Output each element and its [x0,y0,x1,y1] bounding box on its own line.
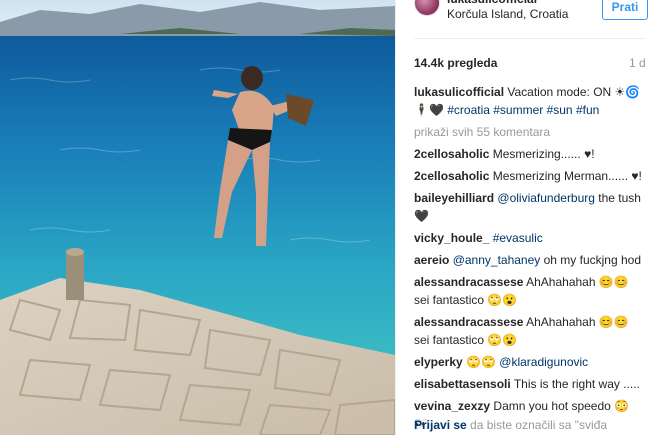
caption-username[interactable]: lukasulicofficial [414,85,504,99]
header-divider [414,38,646,39]
login-link[interactable]: Prijavi se [414,418,467,432]
caption-hashtags[interactable]: #croatia #summer #sun #fun [447,103,599,117]
post-username[interactable]: lukasulicofficial [447,0,537,6]
comment: baileyehilliard @oliviafunderburg the tu… [414,189,646,225]
comment-username[interactable]: vicky_houle_ [414,231,489,245]
comment-mention[interactable]: @anny_tahaney [449,253,541,267]
caption: lukasulicofficial Vacation mode: ON ☀🌀 🕴… [414,83,646,119]
post-header: lukasulicofficial Korčula Island, Croati… [396,0,652,38]
view-count[interactable]: 14.4k pregleda [414,56,497,70]
comment-username[interactable]: elisabettasensoli [414,377,511,391]
comment: elyperky 🙄🙄 @klaradigunovic [414,353,646,371]
follow-button[interactable]: Prati [602,0,648,20]
photo-image [0,0,395,435]
comment-username[interactable]: alessandracassese [414,315,523,329]
comment-username[interactable]: alessandracassese [414,275,523,289]
comment: elisabettasensoli This is the right way … [414,375,646,393]
comment: alessandracassese AhAhahahah 😊😊 sei fant… [414,273,646,309]
comment: 2cellosaholic Mesmerizing...... ♥! [414,145,646,163]
load-more-comments[interactable]: prikaži svih 55 komentara [414,123,646,141]
comment-text: Mesmerizing...... ♥! [489,147,595,161]
comment: aereio @anny_tahaney oh my fuckjng hod [414,251,646,269]
post-sidebar: lukasulicofficial Korčula Island, Croati… [395,0,652,435]
login-prompt: Prijavi se da biste označili sa "sviđa [414,418,607,432]
comment-mention[interactable]: @oliviafunderburg [494,191,595,205]
comments-list: lukasulicofficial Vacation mode: ON ☀🌀 🕴… [414,83,646,435]
comment: 2cellosaholic Mesmerizing Merman...... ♥… [414,167,646,185]
comment-username[interactable]: elyperky [414,355,463,369]
avatar[interactable] [414,0,440,16]
comment-username[interactable]: 2cellosaholic [414,147,489,161]
comment-username[interactable]: vevina_zexzy [414,399,490,413]
post-time[interactable]: 1 d [629,56,646,70]
comment-username[interactable]: baileyehilliard [414,191,494,205]
comment-mention[interactable]: @klaradigunovic [499,355,588,369]
comment-text: Mesmerizing Merman...... ♥! [489,169,642,183]
comment-username[interactable]: 2cellosaholic [414,169,489,183]
caption-emoji: 🕴🖤 [414,103,448,117]
comment: alessandracassese AhAhahahah 😊😊 sei fant… [414,313,646,349]
comment-hashtag[interactable]: #evasulic [489,231,543,245]
caption-text: Vacation mode: ON ☀🌀 [504,85,641,99]
post-location[interactable]: Korčula Island, Croatia [447,7,568,21]
comment-text: oh my fuckjng hod [540,253,642,267]
comment-username[interactable]: aereio [414,253,449,267]
login-prompt-text: da biste označili sa "sviđa [466,418,608,432]
comment: vicky_houle_ #evasulic [414,229,646,247]
comment-text: 🙄🙄 [462,355,500,369]
comment-text: This is the right way ..... [510,377,640,391]
post-photo[interactable] [0,0,395,435]
